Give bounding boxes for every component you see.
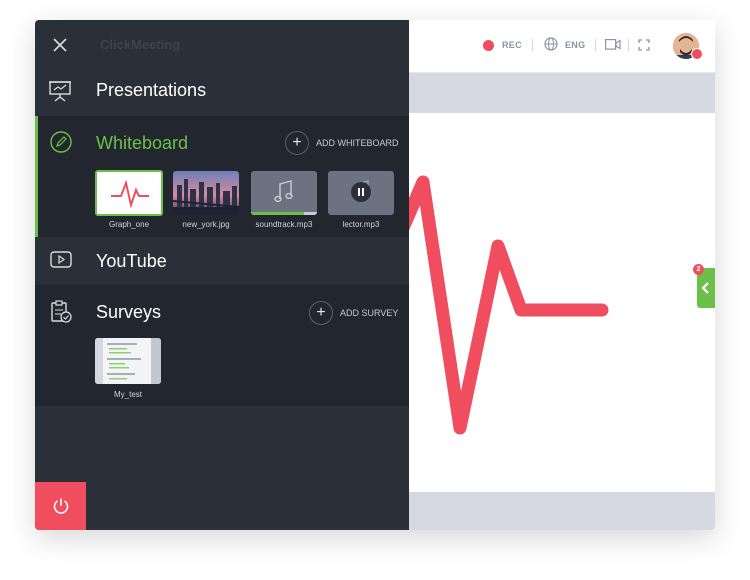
file-thumb-graph-one[interactable]	[95, 170, 163, 216]
youtube-title: YouTube	[96, 251, 167, 271]
survey-clipboard-icon	[51, 300, 72, 323]
file-thumb-soundtrack[interactable]	[251, 171, 317, 215]
active-indicator	[35, 116, 38, 237]
file-name-graph-one: Graph_one	[108, 220, 150, 229]
file-thumb-lector[interactable]	[328, 171, 394, 215]
brand-logo: ClickMeeting	[100, 37, 181, 52]
city-skyline-image	[173, 171, 239, 215]
presentation-icon	[49, 81, 71, 102]
file-name-soundtrack: soundtrack.mp3	[255, 220, 313, 229]
survey-name-my-test: My_test	[113, 390, 142, 399]
add-whiteboard-button[interactable]: + ADD WHITEBOARD	[285, 131, 399, 155]
close-icon[interactable]	[53, 38, 67, 52]
pause-icon[interactable]	[351, 182, 371, 202]
file-name-lector: lector.mp3	[342, 220, 380, 229]
heartbeat-thumb-icon	[111, 179, 149, 209]
section-presentations[interactable]: Presentations	[35, 72, 409, 116]
pencil-icon	[50, 131, 72, 153]
add-survey-button[interactable]: + ADD SURVEY	[309, 301, 398, 325]
music-note-icon	[274, 180, 293, 203]
section-youtube[interactable]: YouTube	[35, 237, 409, 285]
notification-count-badge: 2	[693, 264, 704, 275]
section-surveys: Surveys + ADD SURVEY	[35, 285, 409, 406]
presentations-title: Presentations	[96, 80, 207, 100]
power-icon	[53, 498, 68, 514]
plus-icon: +	[309, 301, 333, 325]
youtube-play-icon	[50, 251, 72, 268]
whiteboard-title[interactable]: Whiteboard	[96, 133, 188, 154]
survey-thumb-my-test[interactable]	[95, 338, 161, 384]
audio-progress-fill	[251, 212, 304, 215]
survey-preview-image	[95, 338, 161, 384]
power-button[interactable]	[35, 482, 86, 530]
plus-icon: +	[285, 131, 309, 155]
audio-progress-track	[251, 212, 317, 215]
add-survey-label: ADD SURVEY	[340, 308, 399, 318]
app-window: REC ENG 2 ClickMeeting Presentations Whi…	[35, 20, 715, 530]
file-thumb-new-york[interactable]	[173, 171, 239, 215]
file-name-new-york: new_york.jpg	[182, 220, 230, 229]
surveys-title[interactable]: Surveys	[96, 302, 161, 323]
add-whiteboard-label: ADD WHITEBOARD	[316, 138, 399, 148]
